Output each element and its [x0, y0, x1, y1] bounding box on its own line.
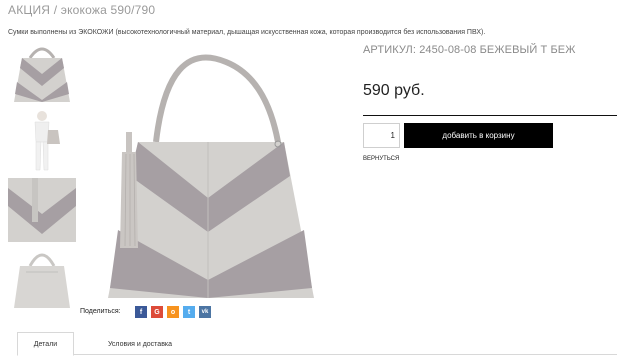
thumbnail-model[interactable] — [8, 108, 76, 172]
quantity-input[interactable] — [363, 123, 400, 148]
product-sku: АРТИКУЛ: 2450-08-08 БЕЖЕВЫЙ Т БЕЖ — [363, 44, 576, 56]
tab-details[interactable]: Детали — [17, 332, 74, 356]
google-plus-icon[interactable]: G — [151, 306, 163, 318]
tab-terms-delivery[interactable]: Условия и доставка — [95, 333, 185, 355]
product-description: Сумки выполнены из ЭКОКОЖИ (высокотехнол… — [8, 29, 486, 36]
product-main-image[interactable] — [108, 52, 338, 302]
thumbnail-bag-front[interactable] — [8, 42, 76, 106]
odnoklassniki-icon[interactable]: o — [167, 306, 179, 318]
product-price: 590 руб. — [363, 82, 425, 99]
share-label: Поделиться: — [80, 308, 121, 315]
facebook-icon[interactable]: f — [135, 306, 147, 318]
divider — [363, 115, 617, 116]
page-title: АКЦИЯ / экокожа 590/790 — [8, 3, 156, 17]
vk-icon[interactable]: vk — [199, 306, 211, 318]
twitter-icon[interactable]: t — [183, 306, 195, 318]
product-tabs: Детали Условия и доставка — [17, 330, 617, 361]
thumbnail-bag-detail[interactable] — [8, 178, 76, 242]
thumbnail-bag-back[interactable] — [8, 248, 76, 312]
back-link[interactable]: ВЕРНУТЬСЯ — [363, 156, 399, 162]
add-to-cart-button[interactable]: добавить в корзину — [404, 123, 553, 148]
